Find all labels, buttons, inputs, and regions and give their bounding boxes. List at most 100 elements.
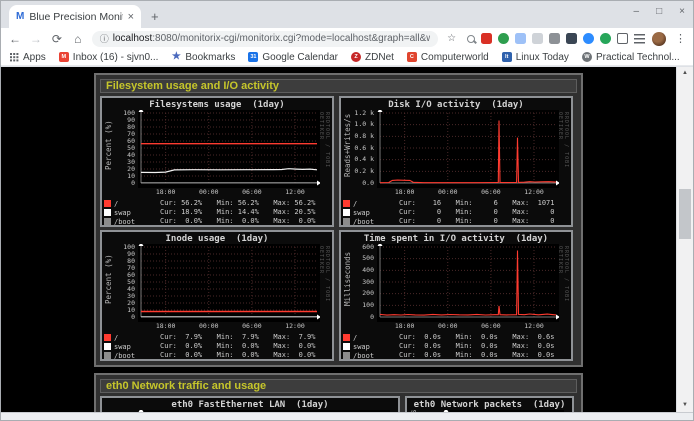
y-tick-label: 70 xyxy=(127,265,135,272)
legend-stat: Min: 0.0s xyxy=(456,333,513,342)
bookmark-label: Bookmarks xyxy=(185,52,235,63)
legend-stat: Min: 0.0% xyxy=(217,217,274,226)
computerworld-icon: C xyxy=(407,52,417,62)
legend-stat: Min: 0.0% xyxy=(217,342,274,351)
y-tick-label: 600 xyxy=(362,244,374,251)
puzzle-extension-icon[interactable] xyxy=(617,33,628,44)
search-extension-icon[interactable] xyxy=(467,35,475,43)
evernote-extension-icon[interactable] xyxy=(600,33,611,44)
bookmark-star-icon[interactable]: ☆ xyxy=(447,33,456,44)
bookmark-item[interactable]: M Inbox (16) - sjvn0... xyxy=(59,52,159,63)
chart-panel-filesystems-usage[interactable]: Filesystems usage (1day)Percent (%)01020… xyxy=(100,96,334,227)
y-tick-label: 30 xyxy=(127,159,135,166)
bookmark-label: Inbox (16) - sjvn0... xyxy=(73,52,159,63)
maximize-button[interactable]: □ xyxy=(656,6,662,17)
x-tick-labels: 18:0000:0006:0012:00 xyxy=(380,322,556,330)
y-tick-label: 60 xyxy=(127,272,135,279)
window-controls: – □ × xyxy=(634,6,685,17)
scroll-down-icon[interactable]: ▼ xyxy=(677,399,693,412)
x-tick-label: 00:00 xyxy=(199,322,219,330)
rrdtool-watermark: RRDTOOL / TOBI OETIKER xyxy=(559,112,569,182)
browser-tab[interactable]: M Blue Precision Monitorix × xyxy=(9,5,141,28)
panel-extension-icon[interactable] xyxy=(532,33,543,44)
bookmark-item[interactable]: WPractical Technol... xyxy=(582,52,680,63)
legend-swatch xyxy=(343,209,350,216)
reload-button[interactable]: ⟳ xyxy=(50,32,64,46)
gmail-icon: M xyxy=(59,52,69,62)
scrollbar-thumb[interactable] xyxy=(679,189,691,239)
legend-swatch xyxy=(343,343,350,350)
home-button[interactable]: ⌂ xyxy=(71,32,85,46)
vertical-scrollbar[interactable]: ▲ ▼ xyxy=(676,67,693,412)
section-header-filesystem: Filesystem usage and I/O activity xyxy=(100,79,577,93)
x-tick-label: 00:00 xyxy=(199,188,219,196)
y-tick-label: 0 xyxy=(131,314,135,321)
y-tick-label: 0 xyxy=(131,180,135,187)
rrdtool-watermark: RRDTOOL / TOBI OETIKER xyxy=(559,246,569,316)
meet-extension-icon[interactable] xyxy=(583,33,594,44)
legend-stat: Min: 14.4% xyxy=(217,208,274,217)
close-button[interactable]: × xyxy=(679,6,685,17)
forward-button[interactable]: → xyxy=(29,32,43,46)
legend-swatch xyxy=(104,334,111,341)
new-tab-button[interactable]: + xyxy=(151,9,159,24)
filesystem-section: Filesystem usage and I/O activity Filesy… xyxy=(94,73,583,367)
x-tick-label: 12:00 xyxy=(524,322,544,330)
speaker-extension-icon[interactable] xyxy=(549,33,560,44)
section-header-network: eth0 Network traffic and usage xyxy=(100,379,577,393)
y-tick-label: 100 xyxy=(123,244,135,251)
legend-stat: Max: 0.0% xyxy=(273,217,330,226)
x-tick-labels: 18:0000:0006:0012:00 xyxy=(380,188,556,196)
bookmarks-bar: Apps M Inbox (16) - sjvn0... ★Bookmarks 31Go… xyxy=(1,49,693,66)
legend-series-name: /boot xyxy=(343,351,399,360)
globe-extension-icon[interactable] xyxy=(498,33,509,44)
y-tick-label: 400 xyxy=(362,267,374,274)
scroll-up-icon[interactable]: ▲ xyxy=(677,67,693,80)
chart-panel-disk-io[interactable]: Disk I/O activity (1day)Reads+Writes/s0.… xyxy=(339,96,573,227)
minimize-button[interactable]: – xyxy=(634,6,640,17)
linuxtoday-icon: lt xyxy=(502,52,512,62)
legend-stat: Max: 0.0% xyxy=(273,351,330,360)
chart-panel-eth0-traffic[interactable]: eth0 FastEthernet LAN (1day)1.00.9 xyxy=(100,396,400,412)
back-button[interactable]: ← xyxy=(8,32,22,46)
dark-box-extension-icon[interactable] xyxy=(566,33,577,44)
y-tick-label: 1.2 k xyxy=(354,110,374,117)
x-tick-label: 06:00 xyxy=(242,322,262,330)
legend-swatch xyxy=(343,218,350,225)
plot-canvas xyxy=(377,244,559,322)
x-tick-labels: 18:0000:0006:0012:00 xyxy=(141,322,317,330)
y-tick-label: 50 xyxy=(127,279,135,286)
browser-menu-icon[interactable]: ⋮ xyxy=(675,32,686,45)
profile-avatar[interactable] xyxy=(652,32,666,46)
chart-panel-eth0-packets[interactable]: eth0 Network packets (1day)Packets/s1.0 xyxy=(405,396,574,412)
chart-panel-inode-usage[interactable]: Inode usage (1day)Percent (%)01020304050… xyxy=(100,230,334,361)
tab-close-icon[interactable]: × xyxy=(128,11,134,23)
y-tick-label: 90 xyxy=(127,251,135,258)
y-tick-label: 100 xyxy=(362,302,374,309)
address-bar[interactable]: ⓘ localhost:8080/monitorix-cgi/monitorix… xyxy=(92,31,438,47)
x-tick-label: 18:00 xyxy=(156,188,176,196)
x-tick-label: 06:00 xyxy=(481,322,501,330)
legend-series-label: /boot xyxy=(114,352,135,360)
bookmark-item[interactable]: CComputerworld xyxy=(407,52,489,63)
page-info-icon[interactable]: ⓘ xyxy=(100,32,109,45)
chart-title: Inode usage (1day) xyxy=(104,234,330,244)
tablist-extension-icon[interactable] xyxy=(634,34,645,44)
y-tick-labels: 0102030405060708090100 xyxy=(116,244,138,322)
x-tick-label: 06:00 xyxy=(481,188,501,196)
gmail-extension-icon[interactable] xyxy=(481,33,492,44)
bookmark-item[interactable]: ★Bookmarks xyxy=(171,52,235,63)
monitorix-page: Filesystem usage and I/O activity Filesy… xyxy=(1,67,676,412)
legend-stat: Min: 6 xyxy=(456,199,513,208)
y-tick-label: 0.0 xyxy=(362,180,374,187)
chart-panel-io-time[interactable]: Time spent in I/O activity (1day)Millise… xyxy=(339,230,573,361)
pages-extension-icon[interactable] xyxy=(515,33,526,44)
bookmark-item[interactable]: Apps xyxy=(9,52,46,63)
bookmark-item[interactable]: ZZDNet xyxy=(351,52,394,63)
bookmark-item[interactable]: 31Google Calendar xyxy=(248,52,338,63)
x-tick-label: 00:00 xyxy=(438,188,458,196)
y-tick-label: 20 xyxy=(127,166,135,173)
legend-series-label: swap xyxy=(353,343,370,351)
monitorix-favicon-icon: M xyxy=(16,12,24,22)
bookmark-item[interactable]: ltLinux Today xyxy=(502,52,569,63)
